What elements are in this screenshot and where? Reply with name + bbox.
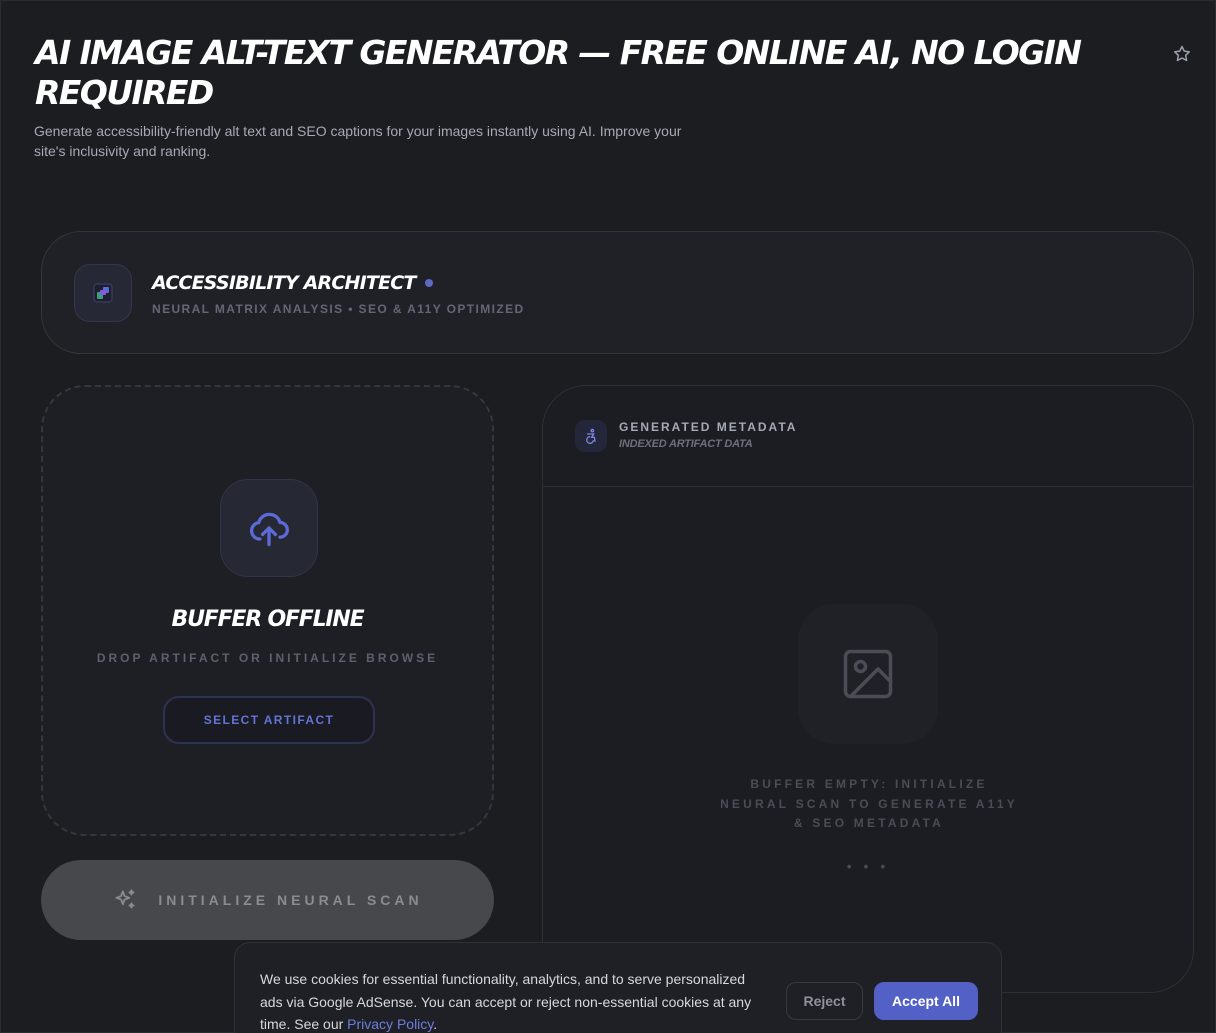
tool-logo	[74, 264, 132, 322]
cloud-upload-icon	[249, 512, 289, 547]
tool-title: ACCESSIBILITY ARCHITECT	[152, 272, 416, 294]
metadata-panel: GENERATED METADATA INDEXED ARTIFACT DATA…	[542, 385, 1194, 993]
favorite-button[interactable]	[1169, 41, 1195, 67]
upload-title: BUFFER OFFLINE	[171, 607, 365, 632]
cookie-banner: We use cookies for essential functionali…	[234, 942, 1002, 1033]
image-icon	[843, 649, 893, 699]
cookie-suffix: .	[433, 1016, 438, 1032]
reject-cookies-button[interactable]: Reject	[786, 982, 863, 1020]
page-title: AI IMAGE ALT-TEXT GENERATOR — FREE ONLIN…	[35, 33, 1082, 112]
accept-cookies-button[interactable]: Accept All	[874, 982, 978, 1020]
tool-header-card: ACCESSIBILITY ARCHITECT NEURAL MATRIX AN…	[41, 231, 1194, 354]
sparkles-icon	[115, 889, 135, 909]
tool-subtitle: NEURAL MATRIX ANALYSIS • SEO & A11Y OPTI…	[152, 302, 525, 316]
status-dot	[425, 279, 433, 287]
metadata-subtitle: INDEXED ARTIFACT DATA	[619, 438, 753, 450]
puzzle-icon	[93, 283, 113, 303]
upload-icon-box	[220, 479, 318, 577]
empty-state-box	[798, 604, 938, 744]
upload-dropzone[interactable]: BUFFER OFFLINE DROP ARTIFACT OR INITIALI…	[41, 385, 494, 836]
accessibility-icon	[586, 428, 596, 444]
scan-button-label: INITIALIZE NEURAL SCAN	[158, 892, 423, 908]
metadata-icon-box	[575, 420, 607, 452]
initialize-scan-button[interactable]: INITIALIZE NEURAL SCAN	[41, 860, 494, 940]
cookie-message: We use cookies for essential functionali…	[260, 971, 752, 1032]
page-subtitle: Generate accessibility-friendly alt text…	[34, 123, 682, 159]
select-artifact-button[interactable]: SELECT ARTIFACT	[163, 696, 375, 744]
privacy-policy-link[interactable]: Privacy Policy	[347, 1016, 433, 1032]
upload-subtitle: DROP ARTIFACT OR INITIALIZE BROWSE	[96, 651, 439, 665]
metadata-header: GENERATED METADATA INDEXED ARTIFACT DATA	[543, 386, 1193, 487]
page: AI IMAGE ALT-TEXT GENERATOR — FREE ONLIN…	[0, 0, 1216, 1033]
metadata-title: GENERATED METADATA	[619, 420, 798, 434]
empty-state-text: BUFFER EMPTY: INITIALIZE NEURAL SCAN TO …	[720, 777, 1018, 830]
star-icon	[1173, 45, 1191, 62]
cookie-text: We use cookies for essential functionali…	[260, 968, 770, 1033]
empty-state-dots: • • •	[846, 858, 890, 874]
